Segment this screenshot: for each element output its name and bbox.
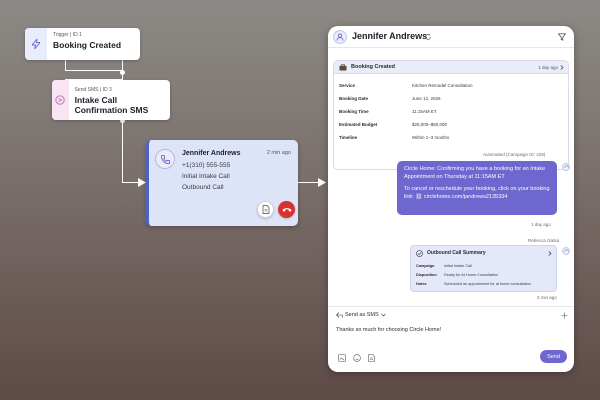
emoji-icon [352,353,361,362]
hang-up-button[interactable] [278,201,295,218]
summary-sender-label: Rebecca Gatsa [528,238,560,243]
automation-avatar [562,163,570,171]
transcript-button[interactable] [257,201,274,218]
call-contact-name: Jennifer Andrews [182,150,241,157]
call-direction: Outbound Call [182,184,224,191]
send-button[interactable]: Send [540,350,567,363]
summary-row-key: Notes [416,282,427,286]
summary-row-key: Campaign [416,264,435,268]
summary-row-notes: Notes Scheduled an appointment for at ho… [416,282,531,286]
booking-row-key: Timeline [339,135,358,140]
chevron-down-icon [380,313,386,317]
call-time: 2 min ago [266,150,291,156]
booking-row-key: Estimated Budget [339,122,378,127]
booking-card-title: Booking Created [351,64,396,70]
booking-row-value: Within 1–3 months [412,135,450,140]
sms-node[interactable]: Send SMS | ID 3 Intake Call Confirmation… [52,80,170,120]
trigger-stripe [25,28,47,60]
sms-message-bubble: Circle Home: Confirming you have a booki… [397,161,557,215]
sms-stripe [52,80,69,120]
lightning-icon [32,39,40,49]
link-icon: ⛓ [415,193,423,200]
reply-icon [336,312,343,318]
hang-up-icon [282,207,291,212]
booking-row-value: Kitchen Remodel Consultation [412,83,473,88]
filter-icon[interactable] [558,33,566,41]
message-input[interactable]: Thanks so much for choosing Circle Home! [336,327,441,333]
sms-message-time: 1 day ago [531,222,551,227]
conversation-panel: Jennifer Andrews Booking Created 1 day a… [328,26,574,372]
booking-card-header: Booking Created 1 day ago [334,61,568,74]
call-card[interactable]: Jennifer Andrews 2 min ago +1(310) 555-5… [146,140,298,226]
booking-row-key: Service [339,83,356,88]
sms-sender-label: Automated (Campaign ID: 429) [483,152,546,157]
user-icon [336,33,344,41]
message-composer: Send as SMS Thanks so much for choosing … [328,306,574,372]
summary-time: 3 min ago [537,295,557,300]
trigger-node[interactable]: Trigger | ID 1 Booking Created [25,28,140,60]
booking-row-budget: Estimated Budget $25,000–$50,000 [339,122,447,127]
connector-call-to-panel [298,182,320,183]
booking-row-timeline: Timeline Within 1–3 months [339,135,449,140]
trigger-node-meta: Trigger | ID 1 [53,32,82,38]
expand-icon[interactable] [561,312,568,319]
contact-avatar[interactable] [333,30,347,44]
agent-avatar [562,247,570,255]
chevron-right-icon[interactable] [548,250,552,256]
headset-icon [564,164,568,168]
connector-trigger-vertical [65,60,66,70]
image-icon [337,353,346,362]
summary-row-value: Initial Intake Call [444,264,472,268]
panel-header: Jennifer Andrews [328,26,574,48]
summary-row-key: Disposition [416,273,437,277]
briefcase-icon [339,64,347,71]
template-button[interactable] [367,353,376,362]
booking-row-value: June 12, 2026 [412,96,441,101]
attachment-button[interactable] [337,353,346,362]
summary-row-disposition: Disposition Ready for At Home Consultati… [416,273,498,277]
sms-node-meta: Send SMS | ID 3 [74,87,112,93]
booking-row-service: Service Kitchen Remodel Consultation [339,83,473,88]
booking-row-key: Booking Time [339,109,369,114]
booking-row-time: Booking Time 11:15AM ET [339,109,437,114]
booking-row-date: Booking Date June 12, 2026 [339,96,441,101]
summary-row-value: Ready for At Home Consultation [444,273,499,277]
trigger-node-body: Trigger | ID 1 Booking Created [47,28,127,60]
trigger-node-title: Booking Created [53,40,122,50]
booking-row-value: 11:15AM ET [412,109,437,114]
document-icon [368,353,375,362]
document-icon [262,205,269,214]
call-summary-title: Outbound Call Summary [427,250,486,256]
sms-node-title: Intake Call Confirmation SMS [74,95,149,115]
message-icon [55,95,65,105]
booking-link[interactable]: circlehome.com/jandrews2135334 [424,194,507,200]
connector-dot [120,70,125,75]
booking-card-time: 1 day ago [538,64,558,70]
check-circle-icon [416,249,423,257]
summary-row-value: Scheduled an appointment for at home con… [444,282,531,286]
summary-row-campaign: Campaign Initial Intake Call [416,264,472,268]
emoji-button[interactable] [352,353,361,362]
chevron-right-icon[interactable] [560,65,564,70]
send-as-selector[interactable]: Send as SMS [336,312,386,318]
call-summary-card[interactable]: Outbound Call Summary Campaign Initial I… [410,245,557,292]
connector-sms-to-call [122,120,123,182]
arrow-right-icon [318,178,326,187]
sms-node-body: Send SMS | ID 3 Intake Call Confirmation… [69,80,170,120]
arrow-right-icon [138,178,146,187]
call-phone: +1(310) 555-555 [182,162,231,169]
headset-icon [564,248,568,252]
sms-message-cancel-text: To cancel or reschedule your booking, cl… [404,186,550,201]
phone-call-icon [160,154,170,164]
sms-message-text: Circle Home: Confirming you have a booki… [404,166,546,180]
call-type: Initial Intake Call [182,173,230,180]
connector-trigger-horizontal [65,70,123,71]
call-avatar [155,149,175,169]
send-as-label: Send as SMS [345,312,379,318]
booking-row-key: Booking Date [339,96,369,101]
contact-name: Jennifer Andrews [352,31,428,41]
booking-row-value: $25,000–$50,000 [412,122,448,127]
refresh-icon[interactable] [424,33,432,41]
